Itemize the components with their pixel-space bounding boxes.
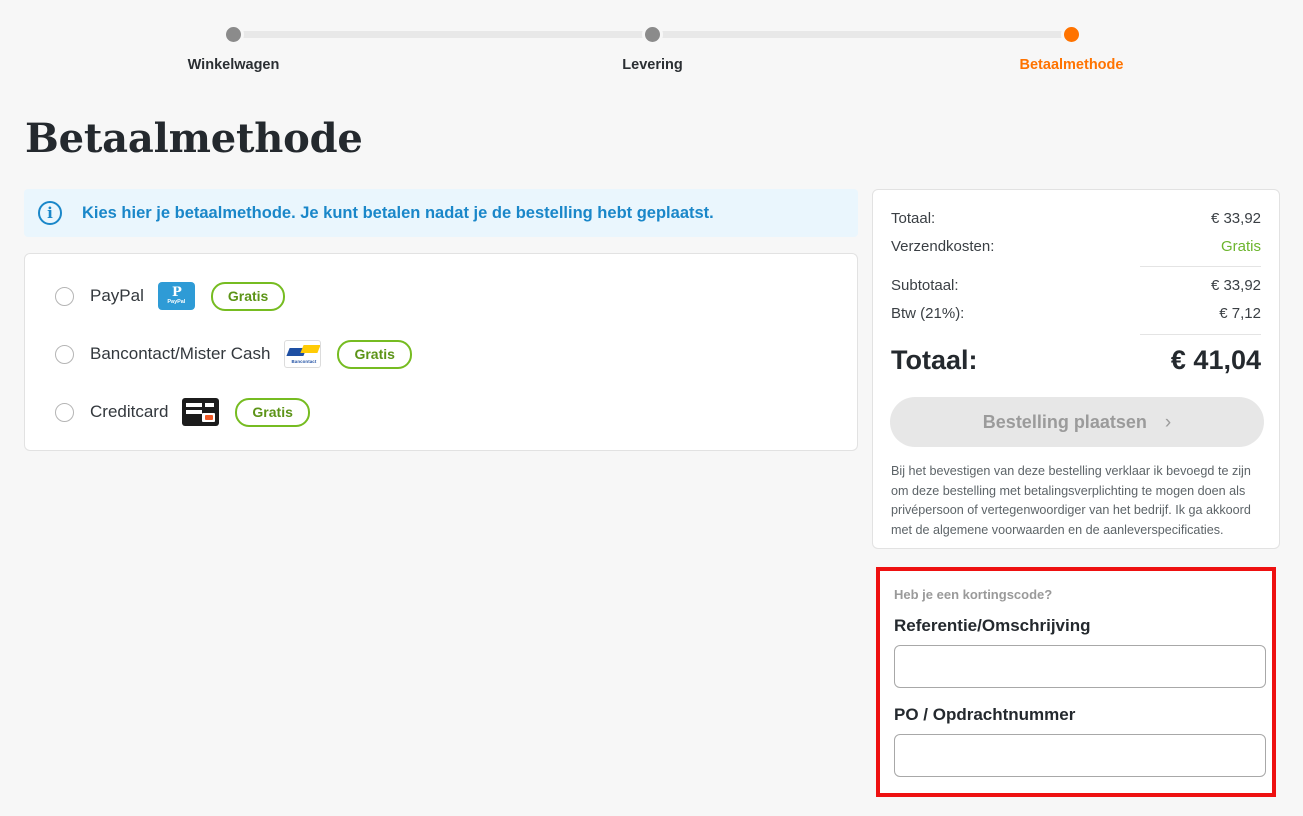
stepper-step-label: Winkelwagen — [187, 57, 280, 73]
step-dot-icon — [1061, 24, 1082, 45]
creditcard-logo — [182, 398, 220, 426]
coupon-code-link[interactable]: Heb je een kortingscode? — [894, 587, 1258, 602]
place-order-label: Bestelling plaatsen — [982, 411, 1147, 432]
bancontact-logo: Bancontact — [284, 340, 322, 368]
paypal-wordmark: PayPal — [167, 299, 186, 306]
payment-method-label: Creditcard — [90, 402, 169, 421]
chevron-right-icon: › — [1164, 411, 1172, 433]
summary-row-value: € 33,92 — [1210, 210, 1261, 227]
stepper-step-winkelwagen[interactable]: Winkelwagen — [161, 24, 306, 73]
payment-method-label: Bancontact/Mister Cash — [90, 344, 271, 363]
stepper-step-levering[interactable]: Levering — [585, 24, 720, 73]
creditcard-chip-icon — [202, 413, 216, 422]
stepper-step-label: Betaalmethode — [1019, 57, 1124, 73]
summary-row-btw: Btw (21%): € 7,12 — [891, 305, 1261, 322]
reference-input[interactable] — [894, 645, 1266, 688]
summary-row-label: Totaal: — [891, 210, 936, 227]
paypal-mark-icon: P — [171, 285, 182, 301]
reference-panel-highlight: Heb je een kortingscode? Referentie/Omsc… — [876, 567, 1276, 797]
grand-total-value: € 41,04 — [1170, 345, 1261, 375]
summary-row-label: Subtotaal: — [891, 277, 959, 294]
info-notice: i Kies hier je betaalmethode. Je kunt be… — [24, 189, 858, 237]
summary-row-subtotaal: Subtotaal: € 33,92 — [891, 277, 1261, 294]
reference-field-label: Referentie/Omschrijving — [894, 616, 1091, 635]
checkout-stepper: Winkelwagen Levering Betaalmethode — [0, 0, 1303, 82]
payment-method-creditcard[interactable]: Creditcard Gratis — [55, 392, 310, 432]
summary-divider — [1140, 266, 1261, 267]
price-badge: Gratis — [337, 339, 412, 369]
payment-methods-card: PayPal P PayPal Gratis Bancontact/Mister… — [24, 253, 858, 451]
creditcard-stripe-icon — [205, 403, 215, 407]
reference-panel: Heb je een kortingscode? Referentie/Omsc… — [880, 571, 1272, 793]
grand-total-label: Totaal: — [891, 345, 978, 375]
po-number-input[interactable] — [894, 734, 1266, 777]
paypal-logo: P PayPal — [157, 282, 195, 310]
payment-method-bancontact[interactable]: Bancontact/Mister Cash Bancontact Gratis — [55, 334, 412, 374]
summary-grand-total: Totaal: € 41,04 — [891, 345, 1261, 376]
stepper-step-label: Levering — [622, 57, 683, 73]
legal-disclaimer-text: Bij het bevestigen van deze bestelling v… — [891, 464, 1251, 537]
page-title: Betaalmethode — [25, 115, 363, 162]
price-badge: Gratis — [235, 397, 310, 427]
radio-bancontact[interactable] — [55, 344, 74, 364]
payment-method-label: PayPal — [90, 286, 144, 305]
radio-paypal[interactable] — [55, 286, 74, 306]
price-badge: Gratis — [210, 281, 286, 311]
summary-row-value: € 33,92 — [1210, 277, 1261, 294]
summary-row-value: Gratis — [1220, 238, 1261, 255]
bancontact-yellow-shape-icon — [300, 345, 321, 353]
summary-row-value: € 7,12 — [1219, 305, 1261, 322]
checkout-page: Winkelwagen Levering Betaalmethode Betaa… — [0, 0, 1303, 816]
summary-row-label: Verzendkosten: — [891, 238, 995, 255]
order-summary-card: Totaal: € 33,92 Verzendkosten: Gratis Su… — [872, 189, 1280, 549]
summary-row-totaal: Totaal: € 33,92 — [891, 210, 1261, 227]
po-number-field-label: PO / Opdrachtnummer — [894, 705, 1076, 724]
info-notice-text: Kies hier je betaalmethode. Je kunt beta… — [82, 203, 714, 222]
step-dot-icon — [642, 24, 663, 45]
summary-row-verzendkosten: Verzendkosten: Gratis — [891, 238, 1261, 255]
step-dot-icon — [223, 24, 244, 45]
summary-divider — [1140, 334, 1261, 335]
creditcard-stripe-icon — [186, 403, 203, 407]
stepper-step-betaalmethode[interactable]: Betaalmethode — [993, 24, 1150, 73]
radio-creditcard[interactable] — [55, 402, 74, 422]
info-circle-icon: i — [38, 201, 62, 225]
place-order-button[interactable]: Bestelling plaatsen › — [890, 397, 1264, 447]
payment-method-paypal[interactable]: PayPal P PayPal Gratis — [55, 276, 286, 316]
creditcard-stripe-icon — [186, 410, 203, 414]
bancontact-wordmark: Bancontact — [291, 359, 317, 364]
summary-row-label: Btw (21%): — [891, 305, 965, 322]
